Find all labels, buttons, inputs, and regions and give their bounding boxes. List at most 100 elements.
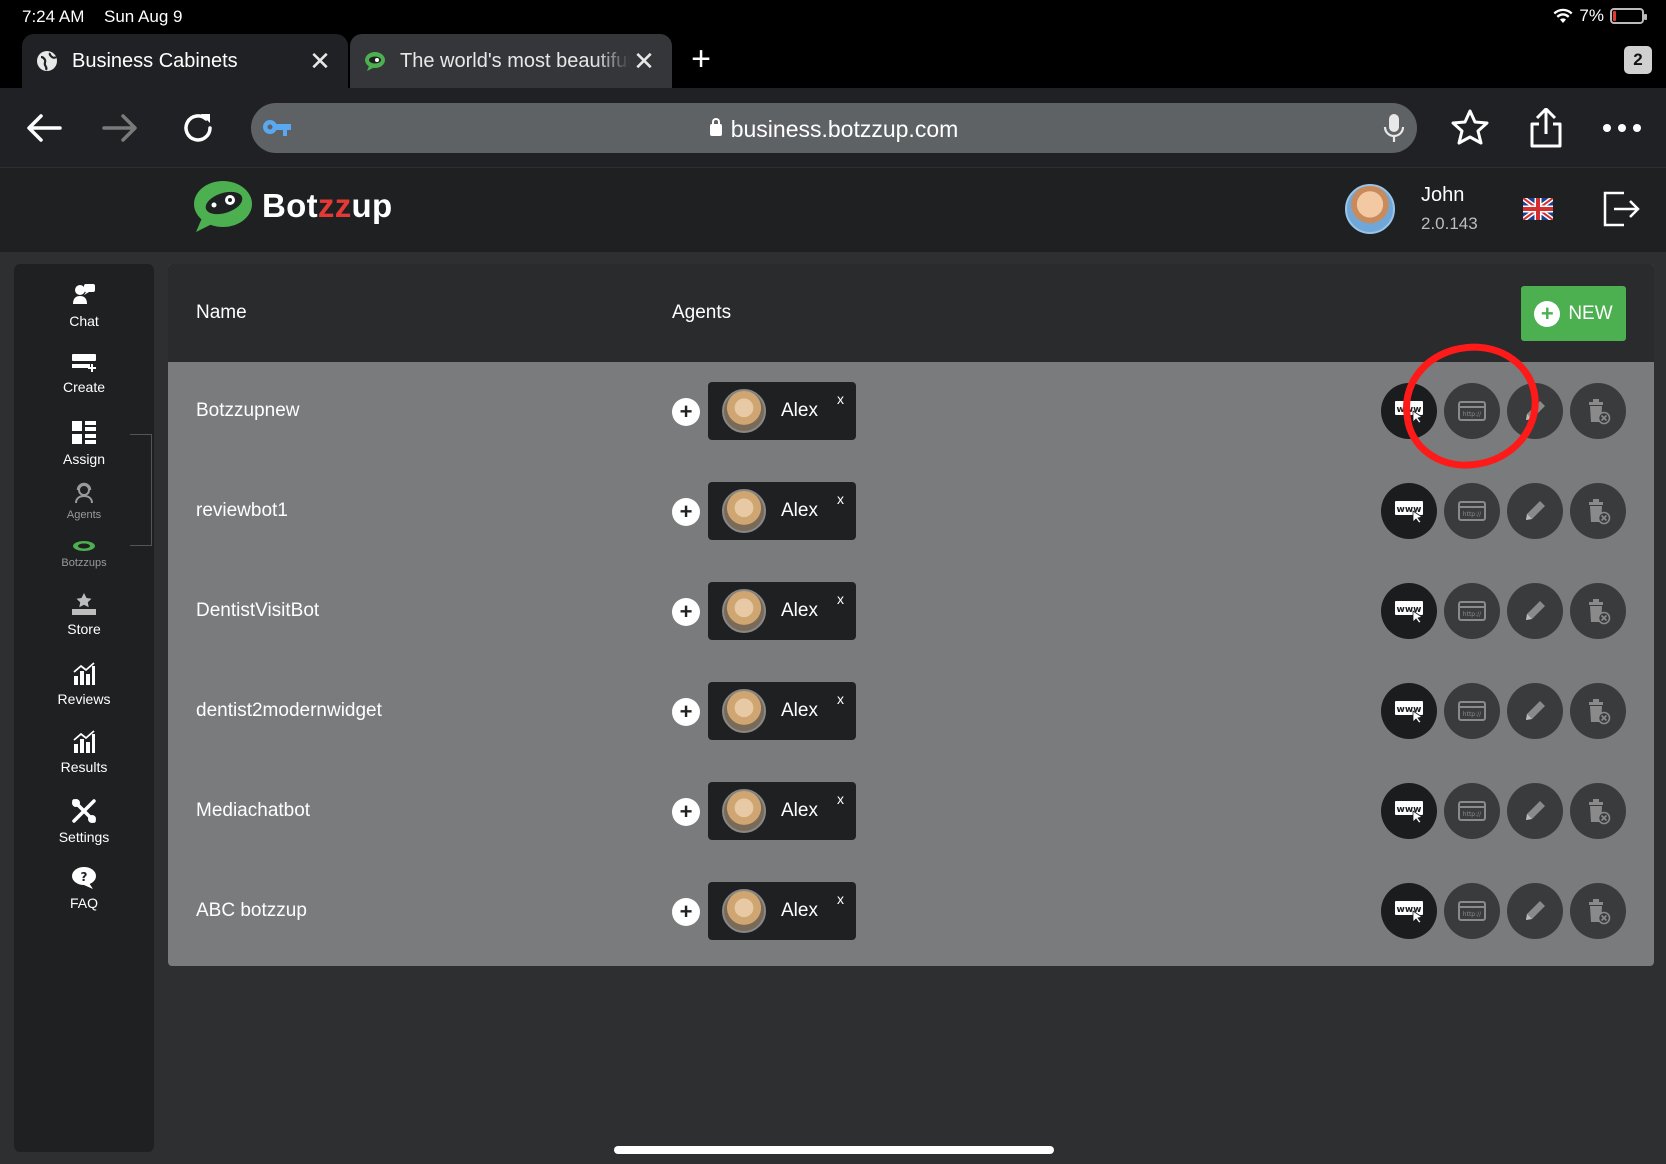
agent-chip: Alex x (708, 482, 856, 540)
botzzup-name[interactable]: Botzzupnew (196, 400, 300, 422)
http-link-button[interactable]: http:// (1444, 783, 1500, 839)
url-text[interactable]: business.botzzup.com (251, 116, 1417, 143)
svg-text:?: ? (81, 870, 88, 884)
star-icon (1451, 109, 1489, 145)
http-link-button[interactable]: http:// (1444, 883, 1500, 939)
more-menu-button[interactable] (1598, 104, 1646, 152)
embed-widget-button[interactable]: www (1381, 583, 1437, 639)
http-link-icon: http:// (1457, 799, 1487, 823)
botzzup-favicon (365, 52, 385, 71)
new-tab-button[interactable]: + (686, 42, 716, 78)
tab-botzzup-home[interactable]: The world's most beautiful ✕ (350, 34, 672, 88)
tab-count-button[interactable]: 2 (1624, 46, 1652, 74)
delete-icon (1585, 597, 1611, 625)
sidebar-item-settings[interactable]: Settings (14, 798, 154, 845)
user-avatar[interactable] (1345, 184, 1395, 234)
botzzup-name[interactable]: dentist2modernwidget (196, 700, 382, 722)
remove-agent-button[interactable]: x (837, 391, 844, 407)
remove-agent-button[interactable]: x (837, 791, 844, 807)
logout-icon[interactable] (1602, 190, 1640, 228)
status-bar: 7:24 AM Sun Aug 9 7% (0, 0, 1666, 34)
bookmark-button[interactable] (1446, 104, 1494, 152)
more-dots-icon (1603, 124, 1641, 132)
botzzup-name[interactable]: ABC botzzup (196, 900, 307, 922)
botzzup-name[interactable]: reviewbot1 (196, 500, 288, 522)
sidebar-item-results[interactable]: Results (14, 730, 154, 775)
add-agent-button[interactable]: + (672, 798, 700, 826)
store-icon (72, 593, 96, 615)
wifi-icon (1553, 8, 1573, 23)
edit-button[interactable] (1507, 483, 1563, 539)
tab-title: The world's most beautiful (400, 49, 630, 72)
address-bar[interactable]: business.botzzup.com (251, 103, 1417, 153)
sidebar-item-agents[interactable]: Agents (34, 482, 134, 521)
delete-button[interactable] (1570, 583, 1626, 639)
delete-button[interactable] (1570, 383, 1626, 439)
agent-name: Alex (781, 500, 818, 521)
globe-icon (37, 51, 57, 71)
new-button-label: NEW (1568, 302, 1613, 324)
sidebar-item-label: Create (62, 379, 106, 395)
sidebar-item-store[interactable]: Store (14, 592, 154, 637)
edit-icon (1522, 598, 1548, 624)
close-tab-icon[interactable]: ✕ (630, 46, 658, 76)
agent-avatar (722, 489, 766, 533)
new-botzzup-button[interactable]: + NEW (1521, 286, 1626, 341)
battery-icon (1610, 8, 1647, 24)
embed-widget-button[interactable]: www (1381, 683, 1437, 739)
remove-agent-button[interactable]: x (837, 891, 844, 907)
forward-button[interactable] (96, 104, 144, 152)
svg-text:http://: http:// (1463, 611, 1482, 618)
embed-widget-button[interactable]: www (1381, 483, 1437, 539)
http-link-button[interactable]: http:// (1444, 683, 1500, 739)
remove-agent-button[interactable]: x (837, 591, 844, 607)
sidebar-item-reviews[interactable]: Reviews (14, 662, 154, 707)
website-widget-icon: www (1394, 599, 1424, 623)
home-indicator[interactable] (614, 1146, 1054, 1154)
remove-agent-button[interactable]: x (837, 491, 844, 507)
sidebar-item-chat[interactable]: Chat (14, 282, 154, 329)
add-agent-button[interactable]: + (672, 598, 700, 626)
svg-text:www: www (1397, 705, 1422, 715)
sidebar-item-create[interactable]: Create (14, 352, 154, 395)
agent-icon (75, 482, 93, 504)
uk-flag-icon[interactable] (1523, 198, 1553, 220)
edit-button[interactable] (1507, 883, 1563, 939)
share-button[interactable] (1522, 104, 1570, 152)
app-header: Botzzup John 2.0.143 (0, 168, 1666, 252)
arrow-right-icon (102, 114, 137, 142)
delete-button[interactable] (1570, 483, 1626, 539)
http-link-button[interactable]: http:// (1444, 483, 1500, 539)
remove-agent-button[interactable]: x (837, 691, 844, 707)
status-date: Sun Aug 9 (104, 7, 183, 26)
add-agent-button[interactable]: + (672, 398, 700, 426)
add-agent-button[interactable]: + (672, 498, 700, 526)
tab-business-cabinets[interactable]: Business Cabinets ✕ (22, 34, 348, 88)
table-row: Mediachatbot + Alex x www http:// (168, 762, 1654, 862)
microphone-icon[interactable] (1383, 113, 1405, 143)
back-button[interactable] (20, 104, 68, 152)
user-name[interactable]: John (1421, 184, 1464, 207)
reload-button[interactable] (174, 104, 222, 152)
add-agent-button[interactable]: + (672, 898, 700, 926)
http-link-button[interactable]: http:// (1444, 583, 1500, 639)
brand-logo[interactable]: Botzzup (192, 178, 392, 234)
add-agent-button[interactable]: + (672, 698, 700, 726)
botzzup-name[interactable]: Mediachatbot (196, 800, 310, 822)
close-tab-icon[interactable]: ✕ (306, 46, 334, 76)
sidebar-item-faq[interactable]: ? FAQ (14, 866, 154, 911)
sidebar-item-label: FAQ (69, 895, 98, 911)
sidebar-item-label: Assign (62, 451, 106, 467)
tab-title: Business Cabinets (72, 49, 238, 72)
embed-widget-button[interactable]: www (1381, 783, 1437, 839)
delete-button[interactable] (1570, 783, 1626, 839)
delete-button[interactable] (1570, 683, 1626, 739)
delete-button[interactable] (1570, 883, 1626, 939)
botzzup-name[interactable]: DentistVisitBot (196, 600, 319, 622)
edit-button[interactable] (1507, 683, 1563, 739)
embed-widget-button[interactable]: www (1381, 883, 1437, 939)
sidebar-item-botzzups[interactable]: Botzzups (34, 540, 134, 569)
sidebar-item-label: Botzzups (61, 557, 107, 569)
edit-button[interactable] (1507, 783, 1563, 839)
edit-button[interactable] (1507, 583, 1563, 639)
